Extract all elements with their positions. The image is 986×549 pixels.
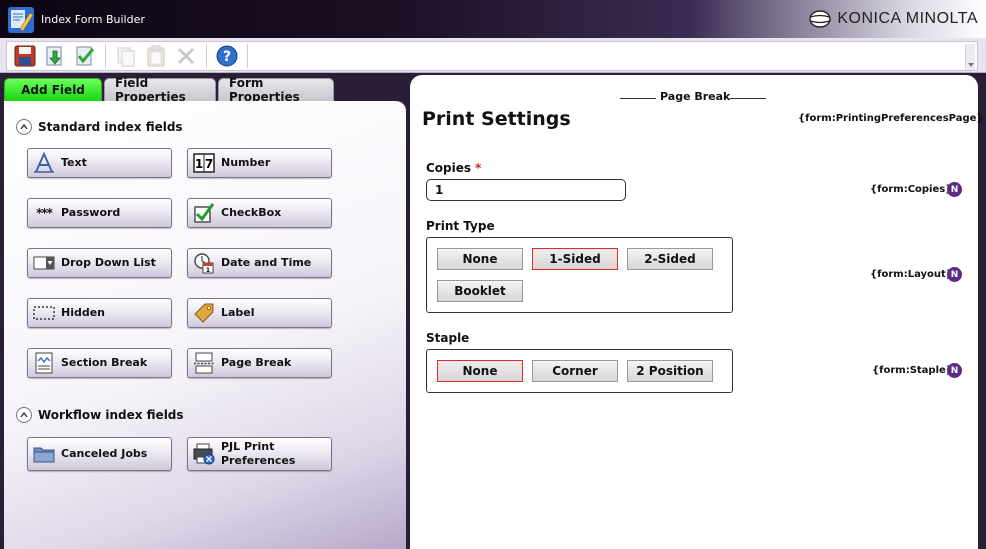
tab-field-properties[interactable]: Field Properties — [104, 76, 216, 104]
page-break-label: Page Break — [660, 90, 731, 103]
svg-text:?: ? — [223, 49, 231, 65]
folder-icon — [33, 443, 55, 465]
copies-input[interactable]: 1 — [426, 179, 626, 201]
app-logo-icon — [8, 7, 34, 33]
validate-icon — [76, 46, 95, 66]
copies-label[interactable]: Copies * — [426, 161, 481, 175]
toolbar-separator — [105, 44, 106, 68]
form-preview-panel: Page Break Print Settings {form:Printing… — [410, 75, 984, 549]
paste-button[interactable] — [141, 42, 171, 70]
page-title[interactable]: Print Settings — [422, 108, 571, 130]
add-field-panel: Standard index fields Text 17 Number ***… — [4, 101, 406, 549]
copies-badge[interactable]: N — [947, 182, 962, 197]
required-asterisk: * — [475, 161, 482, 175]
add-text-field-button[interactable]: Text — [27, 148, 172, 178]
page-break-icon — [193, 352, 215, 374]
svg-text:7: 7 — [205, 157, 213, 171]
number-field-icon: 17 — [193, 152, 215, 174]
print-type-label[interactable]: Print Type — [426, 219, 495, 233]
print-type-option-booklet[interactable]: Booklet — [437, 280, 523, 302]
staple-badge[interactable]: N — [947, 363, 962, 378]
staple-option-none[interactable]: None — [437, 360, 523, 382]
standard-fields-heading: Standard index fields — [38, 120, 183, 134]
add-dropdown-field-button[interactable]: Drop Down List — [27, 248, 172, 278]
add-label-field-button[interactable]: Label — [187, 298, 332, 328]
print-type-tag: {form:Layout} — [870, 269, 953, 280]
label-tag-icon — [193, 302, 215, 324]
toolbar-overflow-scroll[interactable] — [965, 44, 975, 70]
toolbar-separator — [206, 44, 207, 68]
print-type-option-2-sided[interactable]: 2-Sided — [627, 248, 713, 270]
paste-icon — [147, 45, 165, 67]
delete-button[interactable] — [171, 42, 201, 70]
collapse-icon[interactable] — [16, 407, 32, 423]
brand-logo: KONICA MINOLTA — [809, 10, 978, 28]
section-break-icon — [33, 352, 55, 374]
staple-tag: {form:Staple} — [872, 365, 953, 376]
hidden-field-icon — [33, 302, 55, 324]
help-button[interactable]: ? — [212, 42, 242, 70]
add-pjl-print-preferences-button[interactable]: PJL Print Preferences — [187, 437, 332, 471]
title-bar: Index Form Builder KONICA MINOLTA — [0, 0, 986, 38]
svg-text:1: 1 — [206, 267, 210, 274]
copy-icon — [117, 47, 135, 67]
konica-minolta-globe-icon — [809, 10, 832, 28]
svg-text:1: 1 — [195, 157, 203, 171]
brand-text: KONICA MINOLTA — [837, 10, 978, 27]
print-type-option-1-sided[interactable]: 1-Sided — [532, 248, 618, 270]
copies-tag: {form:Copies} — [870, 184, 953, 195]
add-number-field-button[interactable]: 17 Number — [187, 148, 332, 178]
text-field-icon — [33, 152, 55, 174]
panel-tabs: Add Field Field Properties Form Properti… — [4, 76, 334, 104]
pjl-label-line1: PJL Print — [221, 440, 275, 453]
toolbar: ? — [0, 38, 986, 73]
add-checkbox-field-button[interactable]: CheckBox — [187, 198, 332, 228]
pjl-label-line2: Preferences — [221, 454, 296, 467]
staple-group: None Corner 2 Position — [426, 349, 733, 393]
password-icon: *** — [36, 206, 53, 220]
save-button[interactable] — [10, 42, 40, 70]
print-type-option-none[interactable]: None — [437, 248, 523, 270]
add-canceled-jobs-button[interactable]: Canceled Jobs — [27, 437, 172, 471]
printer-settings-icon — [193, 443, 215, 465]
copy-button[interactable] — [111, 42, 141, 70]
page-break-rule-right — [730, 98, 766, 99]
tab-form-properties[interactable]: Form Properties — [218, 76, 334, 104]
add-section-break-button[interactable]: Section Break — [27, 348, 172, 378]
calendar-clock-icon: 1 — [193, 252, 215, 274]
checkbox-icon — [193, 202, 215, 224]
validate-button[interactable] — [70, 42, 100, 70]
print-type-badge[interactable]: N — [947, 267, 962, 282]
window-title: Index Form Builder — [41, 13, 145, 26]
print-type-group: None 1-Sided 2-Sided Booklet — [426, 237, 733, 313]
collapse-icon[interactable] — [16, 119, 32, 135]
staple-option-corner[interactable]: Corner — [532, 360, 618, 382]
add-page-break-button[interactable]: Page Break — [187, 348, 332, 378]
add-date-time-field-button[interactable]: 1 Date and Time — [187, 248, 332, 278]
add-hidden-field-button[interactable]: Hidden — [27, 298, 172, 328]
add-password-field-button[interactable]: *** Password — [27, 198, 172, 228]
page-break-rule-left — [620, 98, 656, 99]
toolbar-strip: ? — [6, 41, 978, 71]
staple-label[interactable]: Staple — [426, 331, 469, 345]
standard-fields-header[interactable]: Standard index fields — [16, 119, 183, 135]
workflow-fields-heading: Workflow index fields — [38, 408, 184, 422]
staple-option-2-position[interactable]: 2 Position — [627, 360, 713, 382]
delete-icon — [177, 47, 195, 65]
dropdown-list-icon — [33, 252, 55, 274]
page-tag: {form:PrintingPreferencesPage} — [798, 113, 984, 124]
help-icon: ? — [216, 45, 238, 67]
tab-add-field[interactable]: Add Field — [4, 78, 102, 101]
import-button[interactable] — [40, 42, 70, 70]
save-icon — [14, 45, 36, 67]
import-icon — [46, 46, 62, 66]
workflow-fields-header[interactable]: Workflow index fields — [16, 407, 184, 423]
toolbar-separator — [247, 44, 248, 68]
